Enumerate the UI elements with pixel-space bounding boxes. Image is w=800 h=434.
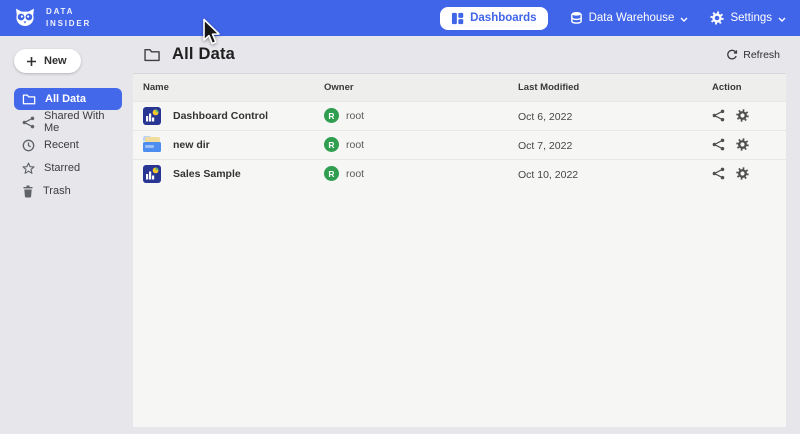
chevron-down-icon	[680, 13, 688, 25]
share-icon[interactable]	[712, 167, 725, 180]
sidebar-item-label: Trash	[43, 185, 71, 197]
gear-icon[interactable]	[736, 167, 749, 180]
owner-avatar: R	[324, 108, 339, 123]
sidebar-item-label: Shared With Me	[44, 110, 114, 134]
settings-menu[interactable]: Settings	[710, 11, 786, 25]
gear-icon[interactable]	[736, 109, 749, 122]
owl-logo-icon	[12, 6, 38, 30]
refresh-button[interactable]: Refresh	[726, 49, 780, 61]
new-button[interactable]: New	[14, 49, 81, 73]
last-modified: Oct 7, 2022	[518, 140, 572, 152]
navbar-menu-group: Dashboards Data Warehouse	[440, 7, 786, 30]
sidebar-item-recent[interactable]: Recent	[14, 134, 122, 156]
dashboard-grid-icon	[451, 12, 464, 25]
clock-icon	[22, 139, 35, 152]
last-modified: Oct 6, 2022	[518, 111, 572, 123]
star-icon	[22, 162, 35, 175]
file-table: Name Owner Last Modified Action	[133, 74, 786, 188]
column-header-action: Action	[708, 74, 786, 101]
owner-name: root	[346, 139, 364, 151]
share-icon	[22, 116, 35, 129]
sidebar-item-label: All Data	[45, 93, 86, 105]
gear-icon	[710, 11, 724, 25]
app-logo[interactable]: DATA INSIDER	[12, 6, 91, 30]
chevron-down-icon	[778, 13, 786, 25]
table-row[interactable]: Dashboard Control R root Oct 6, 2022	[133, 101, 786, 130]
directory-icon	[143, 136, 161, 154]
gear-icon[interactable]	[736, 138, 749, 151]
owner-avatar: R	[324, 137, 339, 152]
mouse-cursor-icon	[201, 18, 223, 53]
refresh-icon	[726, 49, 738, 61]
sidebar-item-trash[interactable]: Trash	[14, 180, 122, 202]
column-header-owner: Owner	[324, 74, 518, 101]
database-icon	[570, 11, 583, 25]
refresh-label: Refresh	[743, 49, 780, 61]
dashboards-label: Dashboards	[470, 12, 536, 24]
sidebar-item-all-data[interactable]: All Data	[14, 88, 122, 110]
data-warehouse-menu[interactable]: Data Warehouse	[570, 11, 689, 25]
sidebar-item-starred[interactable]: Starred	[14, 157, 122, 179]
main-header: All Data Refresh	[133, 36, 786, 74]
folder-icon	[22, 93, 36, 105]
file-name[interactable]: Sales Sample	[173, 168, 241, 180]
file-list-panel: Name Owner Last Modified Action	[133, 74, 786, 427]
file-name[interactable]: Dashboard Control	[173, 110, 268, 122]
dashboards-button[interactable]: Dashboards	[440, 7, 547, 30]
last-modified: Oct 10, 2022	[518, 169, 578, 181]
dashboard-file-icon	[143, 165, 161, 183]
new-button-label: New	[44, 55, 67, 67]
sidebar-item-label: Starred	[44, 162, 80, 174]
sidebar-nav: All Data Shared With Me Recent	[14, 88, 122, 202]
logo-line1: DATA	[46, 7, 74, 16]
content-layout: New All Data Shared With Me	[0, 36, 800, 434]
file-name[interactable]: new dir	[173, 139, 210, 151]
sidebar-item-label: Recent	[44, 139, 79, 151]
plus-icon	[26, 56, 37, 67]
column-header-name: Name	[133, 74, 324, 101]
trash-icon	[22, 185, 34, 198]
table-row[interactable]: Sales Sample R root Oct 10, 2022	[133, 159, 786, 188]
owner-name: root	[346, 168, 364, 180]
top-navbar: DATA INSIDER Dashboards	[0, 0, 800, 36]
sidebar-item-shared-with-me[interactable]: Shared With Me	[14, 111, 122, 133]
table-header-row: Name Owner Last Modified Action	[133, 74, 786, 101]
share-icon[interactable]	[712, 138, 725, 151]
main-area: All Data Refresh Name Owner Las	[133, 36, 786, 434]
dashboard-file-icon	[143, 107, 161, 125]
settings-label: Settings	[730, 12, 772, 24]
table-row[interactable]: new dir R root Oct 7, 2022	[133, 130, 786, 159]
data-warehouse-label: Data Warehouse	[589, 12, 675, 24]
logo-text: DATA INSIDER	[46, 6, 91, 29]
folder-icon	[143, 47, 161, 62]
owner-name: root	[346, 110, 364, 122]
logo-line2: INSIDER	[46, 19, 91, 28]
sidebar: New All Data Shared With Me	[0, 36, 133, 434]
app-root: { "colors": { "navbar_blue": "#4165e8", …	[0, 0, 800, 434]
column-header-last-modified: Last Modified	[518, 74, 708, 101]
owner-avatar: R	[324, 166, 339, 181]
share-icon[interactable]	[712, 109, 725, 122]
